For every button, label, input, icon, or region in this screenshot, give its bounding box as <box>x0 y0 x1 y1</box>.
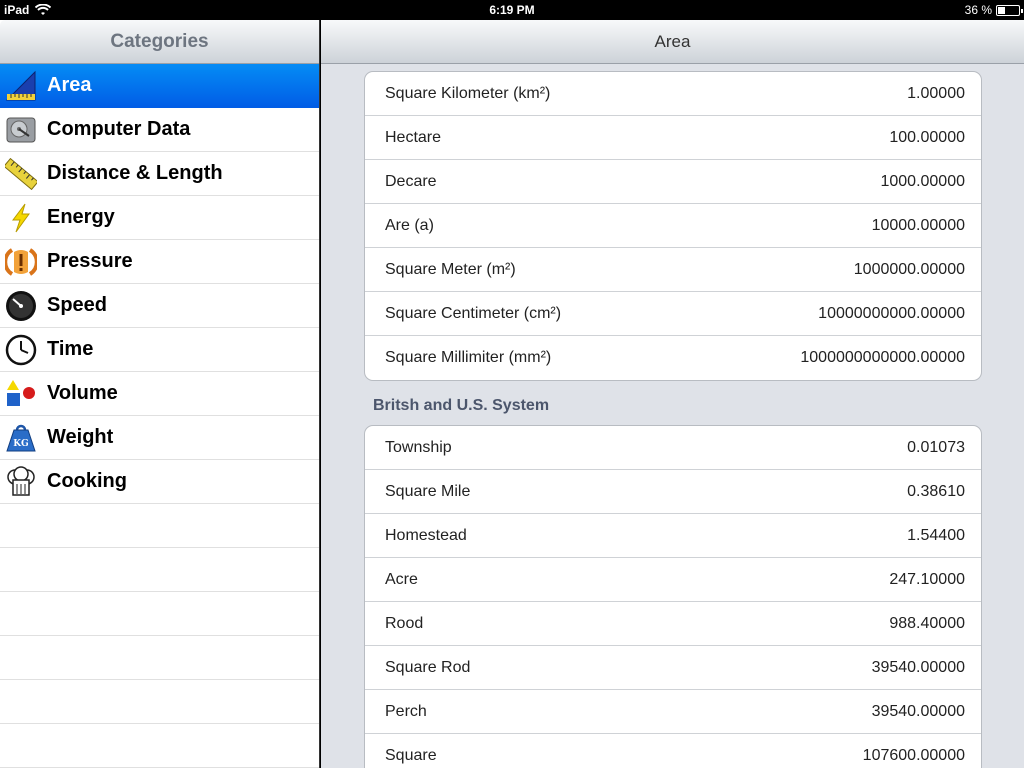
empty-list-row <box>0 636 319 680</box>
empty-list-row <box>0 592 319 636</box>
us-units-group: Township 0.01073 Square Mile 0.38610 Homeste… <box>364 425 982 768</box>
sidebar-item-label: Pressure <box>47 250 133 272</box>
detail-pane: Area Square Kilometer (km²) 1.00000 Hectar… <box>321 20 1024 768</box>
sidebar-item-energy[interactable]: Energy <box>0 196 319 240</box>
unit-row-square[interactable]: Square 107600.00000 <box>365 734 981 768</box>
unit-value: 100.00000 <box>889 128 965 146</box>
unit-row-square-kilometer-km[interactable]: Square Kilometer (km²) 1.00000 <box>365 72 981 116</box>
unit-value: 0.01073 <box>907 438 965 456</box>
sidebar-title: Categories <box>0 20 319 64</box>
unit-name: Are (a) <box>385 216 434 234</box>
unit-value: 10000000000.00000 <box>818 304 965 322</box>
unit-row-hectare[interactable]: Hectare 100.00000 <box>365 116 981 160</box>
category-list: Area Computer Data Distance & Length Energy… <box>0 64 319 768</box>
status-right: 36 % <box>964 3 1023 17</box>
detail-content[interactable]: Square Kilometer (km²) 1.00000 Hectare 100.… <box>321 71 1024 768</box>
battery-percent: 36 % <box>964 3 992 17</box>
unit-value: 39540.00000 <box>871 702 965 720</box>
unit-row-decare[interactable]: Decare 1000.00000 <box>365 160 981 204</box>
sidebar-item-speed[interactable]: Speed <box>0 284 319 328</box>
unit-name: Acre <box>385 570 418 588</box>
unit-name: Square Mile <box>385 482 471 500</box>
unit-name: Homestead <box>385 526 467 544</box>
unit-name: Square <box>385 747 437 764</box>
sidebar-item-pressure[interactable]: Pressure <box>0 240 319 284</box>
sidebar-item-label: Volume <box>47 382 118 404</box>
battery-fill <box>998 6 1006 14</box>
pressure-warning-icon <box>4 245 38 279</box>
sidebar-item-label: Computer Data <box>47 118 191 140</box>
unit-name: Square Meter (m²) <box>385 260 516 278</box>
unit-value: 107600.00000 <box>862 747 965 764</box>
lightning-icon <box>4 201 38 235</box>
unit-value: 1.54400 <box>907 526 965 544</box>
empty-list-row <box>0 724 319 768</box>
kg-weight-icon: KG <box>4 421 38 455</box>
sidebar-item-label: Distance & Length <box>47 162 223 184</box>
detail-title: Area <box>321 20 1024 64</box>
metric-units-group: Square Kilometer (km²) 1.00000 Hectare 100.… <box>364 71 982 381</box>
sidebar-item-weight[interactable]: KG Weight <box>0 416 319 460</box>
sidebar-item-computer-data[interactable]: Computer Data <box>0 108 319 152</box>
unit-row-square-centimeter-cm[interactable]: Square Centimeter (cm²) 10000000000.00000 <box>365 292 981 336</box>
speedometer-icon <box>4 289 38 323</box>
unit-name: Perch <box>385 702 427 720</box>
unit-name: Square Kilometer (km²) <box>385 84 551 102</box>
sidebar-item-label: Area <box>47 74 92 96</box>
unit-value: 10000.00000 <box>871 216 965 234</box>
sidebar-item-time[interactable]: Time <box>0 328 319 372</box>
clock-icon <box>4 333 38 367</box>
svg-text:KG: KG <box>13 439 29 449</box>
unit-name: Square Centimeter (cm²) <box>385 304 562 322</box>
status-bar: iPad 6:19 PM 36 % <box>0 0 1024 20</box>
unit-row-acre[interactable]: Acre 247.10000 <box>365 558 981 602</box>
sidebar-item-label: Speed <box>47 294 108 316</box>
unit-value: 39540.00000 <box>871 658 965 676</box>
battery-icon <box>996 4 1023 16</box>
unit-row-perch[interactable]: Perch 39540.00000 <box>365 690 981 734</box>
categories-sidebar: Categories Area Computer Data Distance & L… <box>0 20 320 768</box>
unit-row-are-a[interactable]: Are (a) 10000.00000 <box>365 204 981 248</box>
sidebar-item-volume[interactable]: Volume <box>0 372 319 416</box>
sidebar-item-label: Energy <box>47 206 115 228</box>
unit-row-homestead[interactable]: Homestead 1.54400 <box>365 514 981 558</box>
unit-row-square-mile[interactable]: Square Mile 0.38610 <box>365 470 981 514</box>
area-icon <box>4 69 38 103</box>
unit-value: 247.10000 <box>889 570 965 588</box>
unit-name: Decare <box>385 172 437 190</box>
unit-row-rood[interactable]: Rood 988.40000 <box>365 602 981 646</box>
sidebar-item-cooking[interactable]: Cooking <box>0 460 319 504</box>
unit-row-township[interactable]: Township 0.01073 <box>365 426 981 470</box>
sidebar-item-label: Time <box>47 338 94 360</box>
unit-value: 988.40000 <box>889 614 965 632</box>
unit-name: Rood <box>385 614 424 632</box>
sidebar-item-label: Weight <box>47 426 114 448</box>
unit-name: Township <box>385 438 452 456</box>
harddrive-icon <box>4 113 38 147</box>
empty-list-row <box>0 504 319 548</box>
unit-value: 1000.00000 <box>880 172 965 190</box>
sidebar-item-distance-length[interactable]: Distance & Length <box>0 152 319 196</box>
unit-row-square-meter-m[interactable]: Square Meter (m²) 1000000.00000 <box>365 248 981 292</box>
status-time: 6:19 PM <box>489 3 535 17</box>
unit-value: 1.00000 <box>907 84 965 102</box>
sidebar-item-label: Cooking <box>47 470 127 492</box>
unit-row-square-millimiter-mm[interactable]: Square Millimiter (mm²) 1000000000000.000… <box>365 336 981 380</box>
unit-name: Square Rod <box>385 658 471 676</box>
unit-row-square-rod[interactable]: Square Rod 39540.00000 <box>365 646 981 690</box>
unit-value: 0.38610 <box>907 482 965 500</box>
unit-value: 1000000.00000 <box>853 260 965 278</box>
chef-hat-icon <box>4 465 38 499</box>
empty-list-row <box>0 548 319 592</box>
empty-list-row <box>0 680 319 724</box>
unit-name: Square Millimiter (mm²) <box>385 349 552 366</box>
section-header: Britsh and U.S. System <box>373 397 550 414</box>
ruler-icon <box>4 157 38 191</box>
shapes-icon <box>4 377 38 411</box>
unit-name: Hectare <box>385 128 442 146</box>
sidebar-item-area[interactable]: Area <box>0 64 319 108</box>
unit-value: 1000000000000.00000 <box>800 349 965 366</box>
